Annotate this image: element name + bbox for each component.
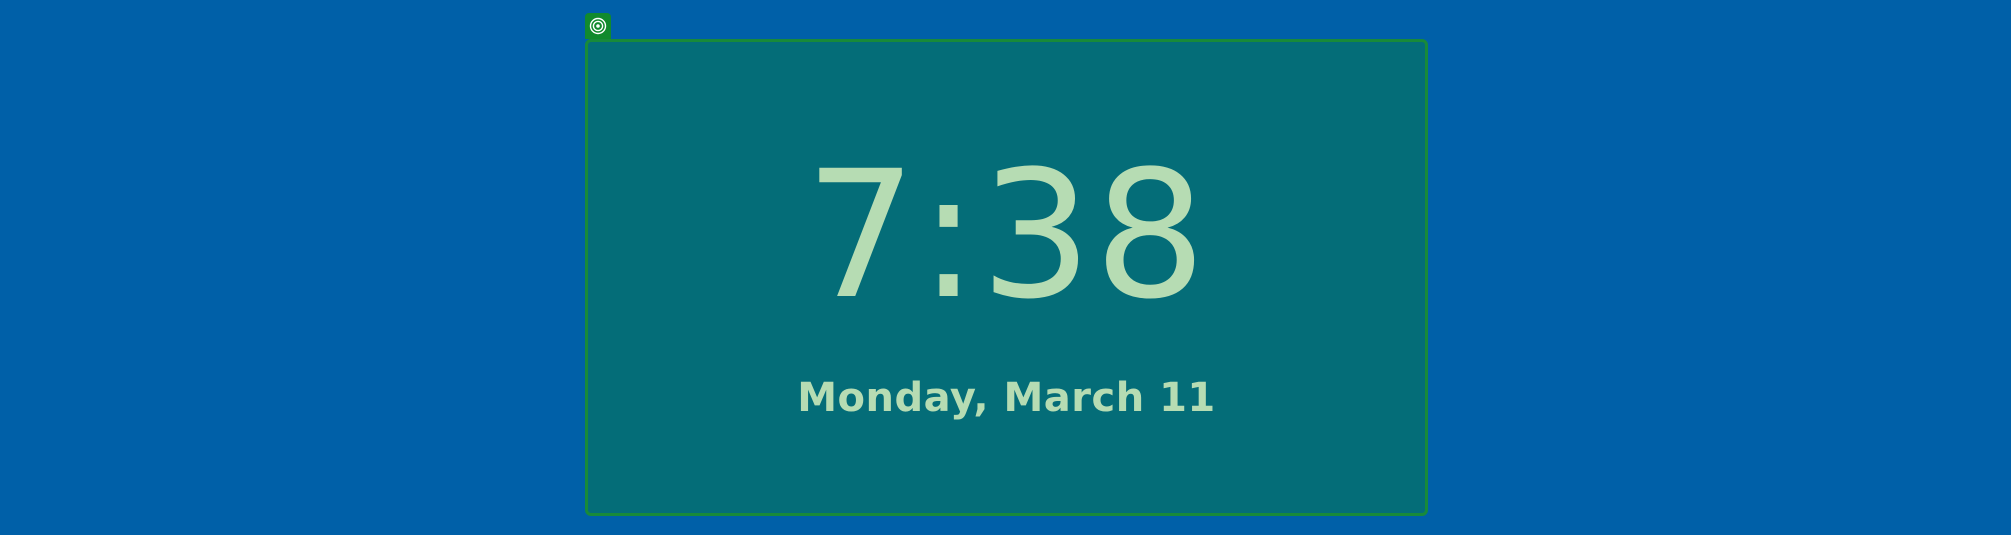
clock-widget[interactable]: 7:38 Monday, March 11: [585, 39, 1428, 516]
target-icon: [589, 17, 607, 35]
clock-time: 7:38: [804, 132, 1209, 338]
clock-date: Monday, March 11: [797, 374, 1216, 421]
desktop: 7:38 Monday, March 11: [0, 0, 2011, 535]
widget-drag-handle[interactable]: [585, 13, 611, 39]
